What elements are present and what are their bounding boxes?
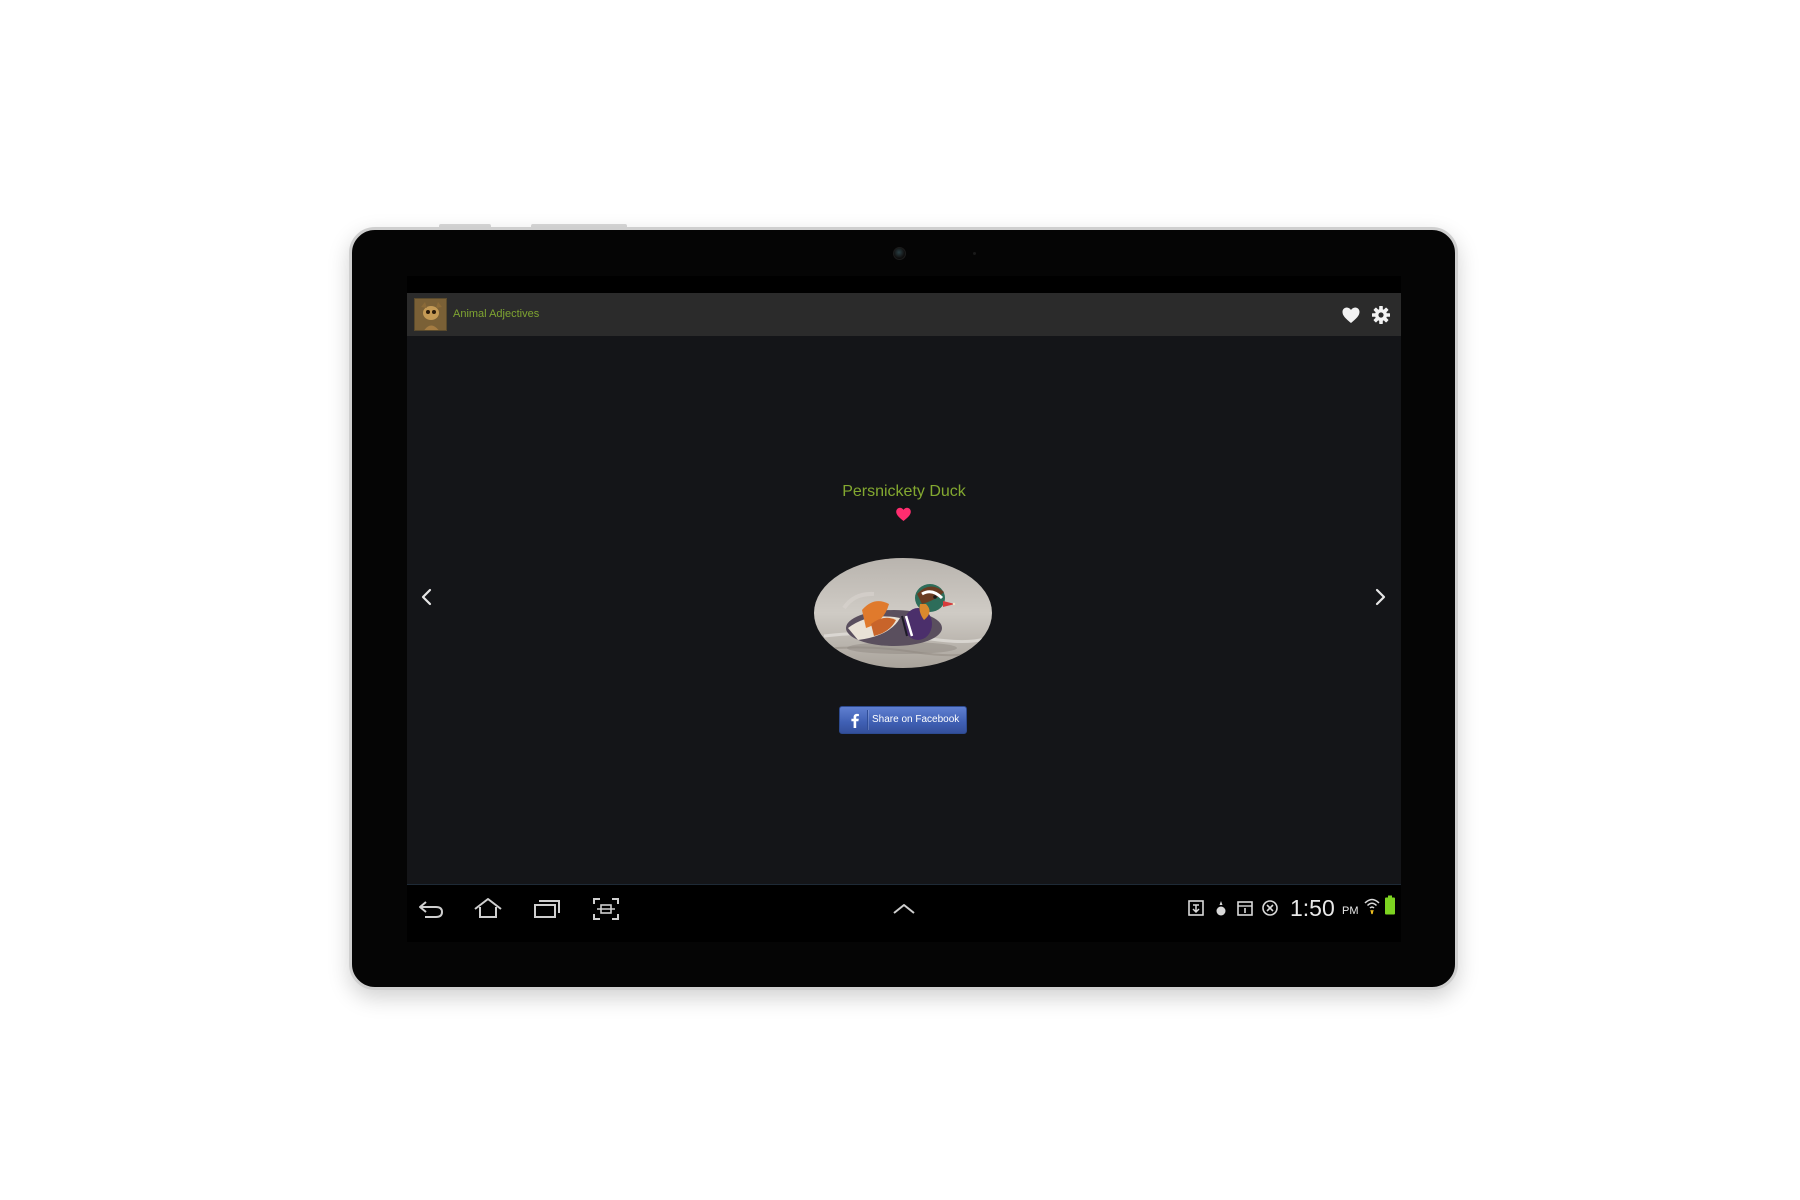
- app-logo-icon[interactable]: [414, 298, 447, 331]
- favorites-heart-icon[interactable]: [1340, 304, 1362, 326]
- screen-top-strip: [407, 276, 1401, 293]
- adjective-title: Persnickety Duck: [842, 483, 966, 500]
- facebook-icon: [848, 712, 862, 728]
- expand-up-icon[interactable]: [889, 896, 919, 922]
- recent-apps-icon[interactable]: [531, 896, 561, 922]
- next-arrow-icon[interactable]: [1369, 586, 1391, 608]
- screenshot-icon[interactable]: [591, 896, 621, 922]
- notification-download-icon[interactable]: [1187, 899, 1205, 917]
- system-navigation-bar: 1:50 PM: [407, 884, 1401, 942]
- favorite-heart-icon[interactable]: [895, 506, 912, 522]
- button-divider: [867, 710, 868, 730]
- app-title: Animal Adjectives: [453, 308, 540, 320]
- share-facebook-button[interactable]: Share on Facebook: [839, 706, 967, 734]
- wifi-icon: [1363, 895, 1381, 915]
- status-clock: 1:50: [1290, 895, 1335, 921]
- action-bar: Animal Adjectives: [407, 293, 1401, 336]
- home-icon[interactable]: [473, 896, 503, 922]
- usb-debug-icon[interactable]: [1212, 899, 1230, 917]
- animal-photo: [814, 558, 992, 668]
- calendar-icon[interactable]: [1236, 899, 1254, 917]
- device-screen: Animal Adjectives Persnickety Duck Share…: [407, 276, 1401, 942]
- settings-gear-icon[interactable]: [1370, 304, 1392, 326]
- back-icon[interactable]: [416, 896, 446, 922]
- battery-icon: [1384, 895, 1401, 915]
- light-sensor: [973, 252, 976, 255]
- front-camera: [893, 247, 906, 260]
- share-facebook-label: Share on Facebook: [872, 714, 960, 725]
- previous-arrow-icon[interactable]: [416, 586, 438, 608]
- status-ampm: PM: [1342, 905, 1359, 917]
- ballot-icon[interactable]: [1261, 899, 1279, 917]
